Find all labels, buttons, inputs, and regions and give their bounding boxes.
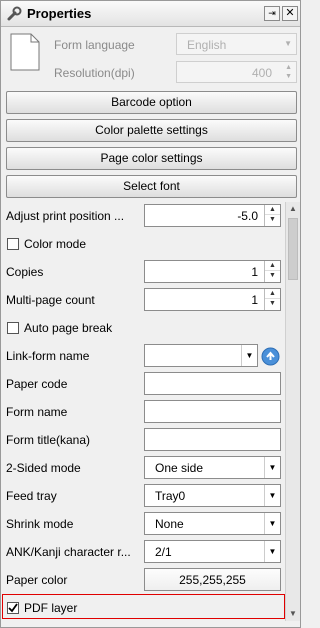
feed-tray-row: Feed tray Tray0 ▼: [1, 482, 285, 510]
close-icon: ✕: [285, 7, 295, 19]
resolution-label: Resolution(dpi): [54, 66, 135, 80]
property-grid: Adjust print position ... -5.0 ▲ ▼ Color …: [1, 202, 285, 621]
document-icon: [10, 33, 40, 71]
spin-arrows-icon: ▲ ▼: [285, 64, 292, 80]
form-language-label: Form language: [54, 38, 135, 52]
chevron-down-icon[interactable]: ▼: [264, 541, 280, 562]
scroll-down-icon[interactable]: ▼: [286, 607, 300, 621]
panel-title: Properties: [27, 6, 92, 21]
two-sided-row: 2-Sided mode One side ▼: [1, 454, 285, 482]
close-button[interactable]: ✕: [282, 6, 298, 21]
link-form-row: Link-form name ▼: [1, 342, 285, 370]
multipage-label: Multi-page count: [6, 293, 95, 307]
chevron-down-icon[interactable]: ▼: [264, 513, 280, 534]
color-mode-label: Color mode: [24, 237, 87, 251]
shrink-mode-row: Shrink mode None ▼: [1, 510, 285, 538]
color-palette-settings-button[interactable]: Color palette settings: [6, 119, 297, 142]
adjust-print-stepper[interactable]: -5.0 ▲ ▼: [144, 204, 281, 227]
resolution-stepper: 400 ▲ ▼: [176, 61, 297, 83]
form-name-label: Form name: [6, 405, 68, 419]
form-title-row: Form title(kana): [1, 426, 285, 454]
paper-code-input[interactable]: [144, 372, 281, 395]
ank-kanji-label: ANK/Kanji character r...: [6, 545, 131, 559]
auto-page-break-row[interactable]: Auto page break: [1, 314, 285, 342]
copies-stepper[interactable]: 1 ▲ ▼: [144, 260, 281, 283]
form-title-label: Form title(kana): [6, 433, 91, 447]
pin-button[interactable]: ⇥: [264, 6, 280, 21]
refresh-icon[interactable]: [261, 347, 280, 366]
properties-panel: Properties ⇥ ✕ Form language English ▼ R…: [0, 0, 301, 628]
auto-page-break-checkbox[interactable]: [7, 322, 19, 334]
paper-code-label: Paper code: [6, 377, 68, 391]
scroll-thumb[interactable]: [288, 218, 298, 280]
paper-color-label: Paper color: [6, 573, 68, 587]
ank-kanji-select[interactable]: 2/1 ▼: [144, 540, 281, 563]
spin-arrows-icon[interactable]: ▲ ▼: [264, 289, 280, 310]
auto-page-break-label: Auto page break: [24, 321, 113, 335]
form-name-row: Form name: [1, 398, 285, 426]
paper-color-button[interactable]: 255,255,255: [144, 568, 281, 591]
link-form-label: Link-form name: [6, 349, 90, 363]
link-form-select[interactable]: ▼: [144, 344, 258, 367]
copies-row: Copies 1 ▲ ▼: [1, 258, 285, 286]
shrink-mode-label: Shrink mode: [6, 517, 74, 531]
color-mode-row[interactable]: Color mode: [1, 230, 285, 258]
shrink-mode-select[interactable]: None ▼: [144, 512, 281, 535]
ank-kanji-row: ANK/Kanji character r... 2/1 ▼: [1, 538, 285, 566]
select-font-button[interactable]: Select font: [6, 175, 297, 198]
chevron-down-icon[interactable]: ▼: [241, 345, 257, 366]
page-color-settings-button[interactable]: Page color settings: [6, 147, 297, 170]
chevron-down-icon[interactable]: ▼: [264, 457, 280, 478]
two-sided-label: 2-Sided mode: [6, 461, 81, 475]
spin-arrows-icon[interactable]: ▲ ▼: [264, 205, 280, 226]
pin-icon: ⇥: [268, 8, 276, 18]
form-title-input[interactable]: [144, 428, 281, 451]
adjust-print-label: Adjust print position ...: [6, 209, 125, 223]
scroll-up-icon[interactable]: ▲: [286, 202, 300, 216]
paper-color-row: Paper color 255,255,255: [1, 566, 285, 594]
copies-label: Copies: [6, 265, 44, 279]
form-language-select: English ▼: [176, 33, 297, 55]
two-sided-select[interactable]: One side ▼: [144, 456, 281, 479]
selection-highlight: [2, 594, 285, 619]
wrench-icon: [7, 6, 22, 21]
paper-code-row: Paper code: [1, 370, 285, 398]
barcode-option-button[interactable]: Barcode option: [6, 91, 297, 114]
vertical-scrollbar[interactable]: ▲ ▼: [285, 202, 300, 621]
adjust-print-row: Adjust print position ... -5.0 ▲ ▼: [1, 202, 285, 230]
chevron-down-icon: ▼: [284, 39, 292, 48]
feed-tray-select[interactable]: Tray0 ▼: [144, 484, 281, 507]
panel-titlebar: Properties ⇥ ✕: [1, 1, 300, 27]
multipage-row: Multi-page count 1 ▲ ▼: [1, 286, 285, 314]
color-mode-checkbox[interactable]: [7, 238, 19, 250]
form-name-input[interactable]: [144, 400, 281, 423]
spin-arrows-icon[interactable]: ▲ ▼: [264, 261, 280, 282]
multipage-stepper[interactable]: 1 ▲ ▼: [144, 288, 281, 311]
feed-tray-label: Feed tray: [6, 489, 57, 503]
chevron-down-icon[interactable]: ▼: [264, 485, 280, 506]
